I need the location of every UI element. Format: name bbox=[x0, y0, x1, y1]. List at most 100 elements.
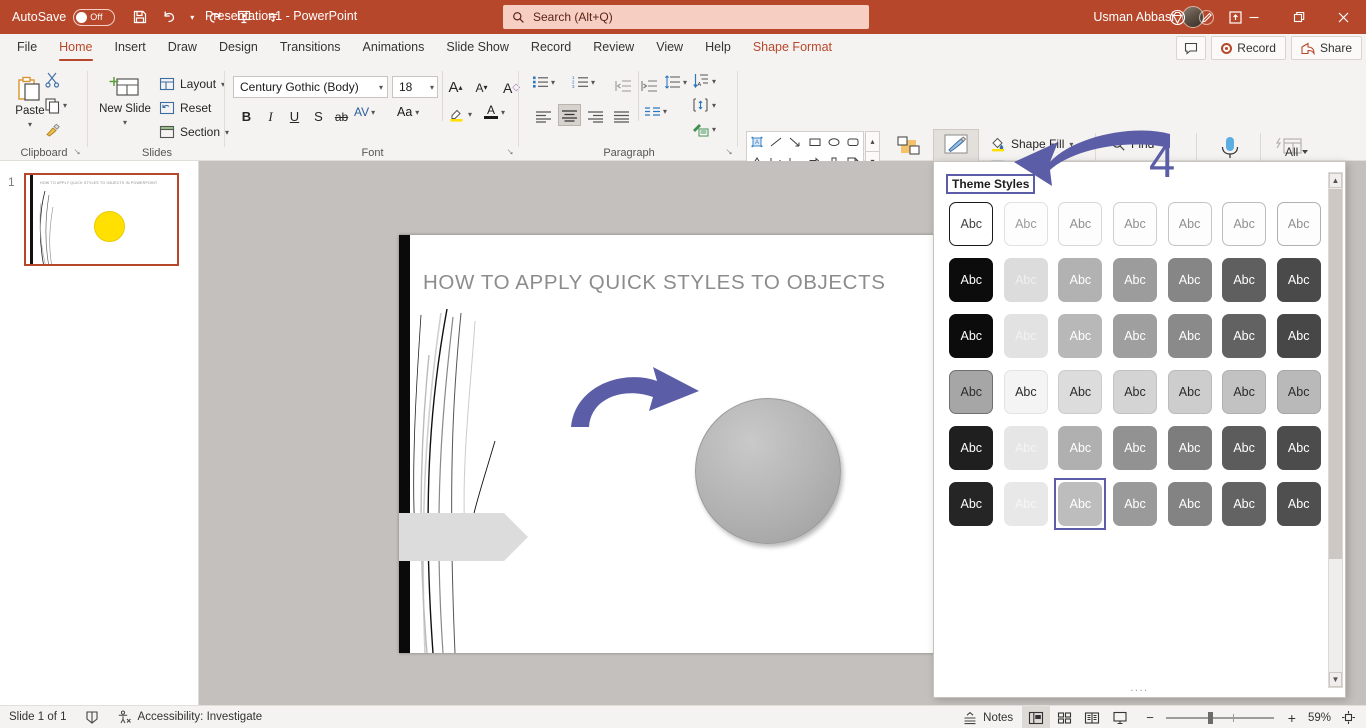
quick-style-swatch[interactable]: Abc bbox=[1003, 482, 1048, 526]
shape-rounded-rect-icon[interactable] bbox=[844, 132, 863, 152]
quick-styles-scrollbar[interactable]: ▲ ▼ bbox=[1328, 172, 1343, 688]
reset-button[interactable]: Reset bbox=[155, 97, 215, 119]
quick-style-swatch[interactable]: Abc bbox=[1058, 426, 1103, 470]
save-icon[interactable] bbox=[127, 4, 153, 30]
slide-sorter-view-button[interactable] bbox=[1050, 706, 1078, 728]
quick-style-cell[interactable]: Abc bbox=[1053, 202, 1108, 246]
quick-style-swatch[interactable]: Abc bbox=[1276, 482, 1321, 526]
shape-arrow-icon[interactable] bbox=[786, 132, 805, 152]
share-button[interactable]: Share bbox=[1290, 36, 1362, 60]
font-size-dropdown-icon[interactable]: ▾ bbox=[430, 83, 434, 92]
quick-style-swatch[interactable]: Abc bbox=[1003, 202, 1048, 246]
slide-counter[interactable]: Slide 1 of 1 bbox=[0, 706, 76, 728]
text-highlight-color-button[interactable]: ▾ bbox=[448, 105, 472, 123]
tab-file[interactable]: File bbox=[6, 34, 48, 63]
new-slide-button[interactable]: New Slide ▾ bbox=[97, 71, 153, 129]
quick-style-swatch[interactable]: Abc bbox=[1222, 314, 1267, 358]
zoom-level[interactable]: 59% bbox=[1302, 706, 1337, 728]
convert-to-smartart-button[interactable]: ▾ bbox=[692, 121, 716, 137]
all-filter-dropdown[interactable]: All bbox=[1285, 145, 1309, 159]
tab-design[interactable]: Design bbox=[208, 34, 269, 63]
line-spacing-button[interactable]: ▾ bbox=[664, 75, 687, 89]
quick-style-cell[interactable]: Abc bbox=[1053, 314, 1108, 358]
quick-style-swatch[interactable]: Abc bbox=[1222, 202, 1267, 246]
restore-icon[interactable] bbox=[1276, 0, 1321, 34]
tab-home[interactable]: Home bbox=[48, 34, 103, 63]
italic-button[interactable]: I bbox=[259, 105, 282, 128]
tab-help[interactable]: Help bbox=[694, 34, 742, 63]
slide-curved-arrow-shape[interactable] bbox=[569, 365, 704, 438]
quick-style-swatch[interactable]: Abc bbox=[1222, 426, 1267, 470]
quick-style-swatch[interactable]: Abc bbox=[949, 426, 994, 470]
smartart-dropdown-icon[interactable]: ▾ bbox=[712, 125, 716, 134]
tab-shape-format[interactable]: Shape Format bbox=[742, 34, 843, 63]
scrollbar-thumb[interactable] bbox=[1329, 189, 1342, 559]
quick-style-swatch[interactable]: Abc bbox=[1112, 370, 1157, 414]
zoom-slider[interactable] bbox=[1165, 711, 1274, 724]
layout-button[interactable]: Layout ▾ bbox=[155, 73, 229, 95]
character-spacing-dropdown-icon[interactable]: ▾ bbox=[371, 108, 375, 117]
minimize-icon[interactable] bbox=[1231, 0, 1276, 34]
quick-style-cell[interactable]: Abc bbox=[1053, 370, 1108, 414]
paragraph-dialog-launcher[interactable]: ⭨ bbox=[726, 147, 732, 158]
quick-style-cell[interactable]: Abc bbox=[1217, 426, 1272, 470]
quick-style-swatch[interactable]: Abc bbox=[949, 202, 994, 246]
quick-style-cell[interactable]: Abc bbox=[999, 482, 1054, 526]
highlight-dropdown-icon[interactable]: ▾ bbox=[468, 110, 472, 119]
tab-draw[interactable]: Draw bbox=[157, 34, 208, 63]
quick-style-swatch[interactable]: Abc bbox=[1167, 482, 1212, 526]
quick-style-swatch[interactable]: Abc bbox=[1167, 370, 1212, 414]
quick-style-cell[interactable]: Abc bbox=[1108, 370, 1163, 414]
zoom-out-button[interactable]: − bbox=[1134, 706, 1158, 728]
quick-style-swatch[interactable]: Abc bbox=[1058, 258, 1103, 302]
ink-pen-icon[interactable] bbox=[1193, 4, 1219, 30]
quick-style-cell[interactable]: Abc bbox=[1271, 426, 1326, 470]
quick-style-swatch[interactable]: Abc bbox=[1058, 370, 1103, 414]
new-slide-dropdown-icon[interactable]: ▾ bbox=[123, 116, 127, 129]
quick-style-cell[interactable]: Abc bbox=[999, 370, 1054, 414]
quick-style-swatch[interactable]: Abc bbox=[1276, 370, 1321, 414]
text-shadow-button[interactable]: S bbox=[307, 105, 330, 128]
shape-textbox-icon[interactable]: A bbox=[747, 132, 766, 152]
quick-style-cell[interactable]: Abc bbox=[999, 202, 1054, 246]
clipboard-dialog-launcher[interactable]: ⭨ bbox=[74, 147, 80, 158]
quick-style-swatch[interactable]: Abc bbox=[1167, 202, 1212, 246]
decrease-indent-button[interactable] bbox=[612, 75, 635, 97]
section-button[interactable]: Section ▾ bbox=[155, 121, 233, 143]
font-color-dropdown-icon[interactable]: ▾ bbox=[501, 108, 505, 117]
quick-style-cell[interactable]: Abc bbox=[999, 314, 1054, 358]
quick-style-swatch[interactable]: Abc bbox=[1058, 314, 1103, 358]
font-size-combobox[interactable]: 18 ▾ bbox=[392, 76, 438, 98]
quick-style-swatch[interactable]: Abc bbox=[1003, 314, 1048, 358]
quick-style-swatch[interactable]: Abc bbox=[1276, 258, 1321, 302]
quick-style-cell[interactable]: Abc bbox=[999, 258, 1054, 302]
columns-button[interactable]: ▾ bbox=[644, 105, 667, 118]
quick-style-swatch[interactable]: Abc bbox=[949, 314, 994, 358]
selected-oval-shape[interactable] bbox=[695, 398, 841, 544]
quick-style-swatch[interactable]: Abc bbox=[949, 482, 994, 526]
quick-style-swatch[interactable]: Abc bbox=[1058, 202, 1103, 246]
quick-style-cell[interactable]: Abc bbox=[1162, 482, 1217, 526]
quick-style-swatch[interactable]: Abc bbox=[1167, 258, 1212, 302]
font-color-button[interactable]: A ▾ bbox=[484, 104, 505, 119]
quick-style-cell[interactable]: Abc bbox=[1217, 258, 1272, 302]
undo-icon[interactable] bbox=[156, 4, 182, 30]
decrease-font-size-icon[interactable]: A ▾ bbox=[469, 76, 494, 99]
quick-style-swatch[interactable]: Abc bbox=[1112, 314, 1157, 358]
quick-style-cell[interactable]: Abc bbox=[1162, 314, 1217, 358]
scroll-up-arrow-icon[interactable]: ▲ bbox=[1329, 173, 1342, 188]
quick-style-swatch[interactable]: Abc bbox=[1222, 370, 1267, 414]
accessibility-button[interactable]: Accessibility: Investigate bbox=[108, 706, 272, 728]
quick-style-cell[interactable]: Abc bbox=[1108, 426, 1163, 470]
quick-style-swatch[interactable]: Abc bbox=[1276, 426, 1321, 470]
align-text-button[interactable]: ▾ bbox=[692, 97, 716, 113]
numbering-dropdown-icon[interactable]: ▾ bbox=[591, 78, 595, 87]
close-icon[interactable] bbox=[1321, 0, 1366, 34]
quick-style-cell[interactable]: Abc bbox=[1271, 482, 1326, 526]
font-name-dropdown-icon[interactable]: ▾ bbox=[379, 83, 383, 92]
tab-transitions[interactable]: Transitions bbox=[269, 34, 352, 63]
notes-page-button[interactable] bbox=[76, 706, 108, 728]
search-input[interactable]: Search (Alt+Q) bbox=[503, 5, 869, 29]
quick-style-cell[interactable]: Abc bbox=[944, 314, 999, 358]
slide-thumbnail-1[interactable]: HOW TO APPLY QUICK STYLES TO OBJECTS IN … bbox=[24, 173, 179, 266]
